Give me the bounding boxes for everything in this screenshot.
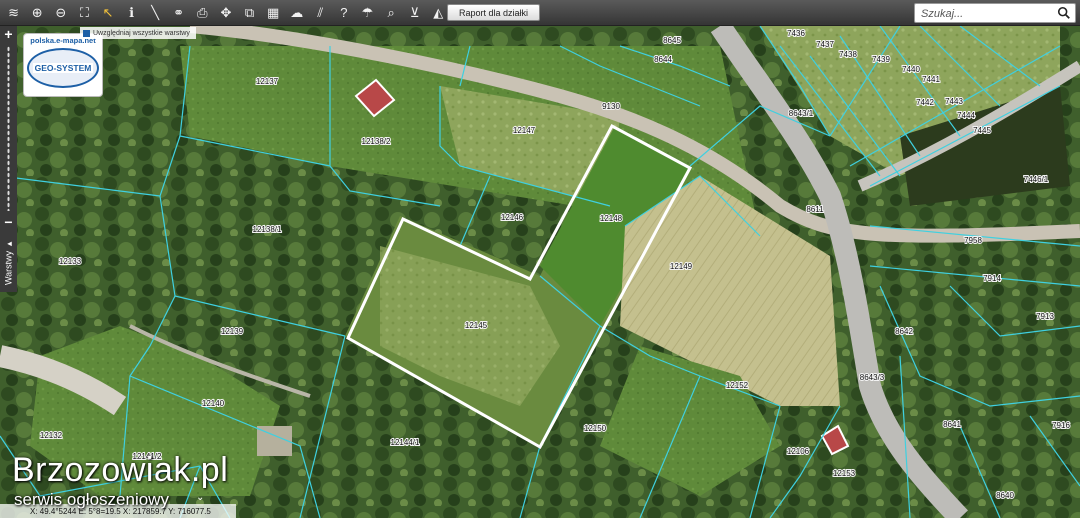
parcel-label-7437[interactable]: 7437	[815, 39, 835, 50]
help-icon[interactable]: ?	[333, 2, 355, 24]
parcel-label-12152[interactable]: 12152	[725, 380, 750, 391]
layers-panel-tab[interactable]: Warstwy ▸	[0, 232, 17, 292]
parcel-label-8611[interactable]: 8611	[805, 204, 825, 215]
zoom-slider-track[interactable]	[7, 46, 10, 211]
zoom-bar: + − Warstwy ▸	[0, 26, 17, 292]
pan-icon[interactable]: ✥	[215, 2, 237, 24]
pointer-icon[interactable]: ↖	[97, 2, 119, 24]
export-icon[interactable]: ⧉	[239, 2, 261, 24]
map-canvas[interactable]: 1213712138/21214791308645864474367437743…	[0, 26, 1080, 518]
parcel-label-8640[interactable]: 8640	[995, 490, 1015, 501]
parcel-label-7436[interactable]: 7436	[786, 28, 806, 39]
parcel-label-7439[interactable]: 7439	[871, 54, 891, 65]
layout-icon[interactable]: ▦	[262, 2, 284, 24]
zoom-in-button[interactable]: +	[0, 26, 17, 42]
parcel-label-7446-1[interactable]: 7446/1	[1023, 174, 1050, 185]
parcel-label-12150[interactable]: 12150	[583, 423, 608, 434]
parcel-label-7442[interactable]: 7442	[915, 97, 935, 108]
cart-icon[interactable]: ⊻	[404, 2, 426, 24]
parcel-label-12145[interactable]: 12145	[464, 320, 489, 331]
logo-brand: GEO-SYSTEM	[32, 63, 94, 73]
parcel-label-7445[interactable]: 7445	[972, 125, 992, 136]
layers-tab-label: Warstwy	[3, 251, 14, 286]
parcel-label-12146[interactable]: 12146	[500, 212, 525, 223]
parcel-label-12133[interactable]: 12133	[58, 256, 83, 267]
search-box	[914, 3, 1076, 23]
zoom-out-icon[interactable]: ⊖	[50, 2, 72, 24]
parcel-label-7440[interactable]: 7440	[901, 64, 921, 75]
parcel-label-12137[interactable]: 12137	[255, 76, 280, 87]
measure-line-icon[interactable]: ╲	[144, 2, 166, 24]
toolbar-icon-group: ≋ ⊕ ⊖ ⛶ ↖ ℹ ╲ ⚭ ⎙ ✥ ⧉ ▦ ☁ ⫽? ☂ ⌕ ⊻ ◭	[1, 2, 449, 24]
triangle-icon[interactable]: ◭	[427, 2, 449, 24]
geo-system-logo[interactable]: polska.e-mapa.net GEO-SYSTEM	[23, 33, 103, 97]
parcel-label-12153[interactable]: 12153	[832, 468, 857, 479]
parcel-label-7438[interactable]: 7438	[838, 49, 858, 60]
toolbar: ≋ ⊕ ⊖ ⛶ ↖ ℹ ╲ ⚭ ⎙ ✥ ⧉ ▦ ☁ ⫽? ☂ ⌕ ⊻ ◭ Raport dla działki	[0, 0, 1080, 26]
scale-dropdown[interactable]: ⌄	[196, 492, 234, 505]
parcel-label-7913[interactable]: 7913	[1035, 311, 1055, 322]
link-icon[interactable]: ⚭	[168, 2, 190, 24]
parcel-label-7444[interactable]: 7444	[956, 110, 976, 121]
zoom-in-icon[interactable]: ⊕	[26, 2, 48, 24]
parcel-label-12132[interactable]: 12132	[39, 430, 64, 441]
parcel-label-7443[interactable]: 7443	[944, 96, 964, 107]
hatch-icon[interactable]: ⫽	[309, 2, 331, 24]
area-icon[interactable]: ☁	[286, 2, 308, 24]
full-extent-icon[interactable]: ⛶	[73, 2, 95, 24]
parcel-label-12138-2[interactable]: 12138/2	[361, 136, 392, 147]
logo-badge: GEO-SYSTEM	[27, 48, 99, 88]
search-icon[interactable]	[1057, 6, 1071, 20]
parcel-label-12140[interactable]: 12140	[201, 398, 226, 409]
parcel-label-7441[interactable]: 7441	[921, 74, 941, 85]
parcel-label-12149[interactable]: 12149	[669, 261, 694, 272]
parcel-label-12147[interactable]: 12147	[512, 125, 537, 136]
parcel-label-7958[interactable]: 7958	[963, 235, 983, 246]
parcel-label-8641[interactable]: 8641	[942, 419, 962, 430]
parcel-label-8645[interactable]: 8645	[662, 35, 682, 46]
info-icon[interactable]: ℹ	[121, 2, 143, 24]
watermark-subtitle: serwis ogłoszeniowy	[14, 490, 169, 509]
map-application: 12137 12138/2 12147 9130 8645 8644 7436 7437 743…	[0, 0, 1080, 518]
parcel-label-7914[interactable]: 7914	[982, 273, 1002, 284]
parcel-label-12148[interactable]: 12148	[599, 213, 624, 224]
zoom-out-button[interactable]: −	[0, 214, 17, 230]
parcel-label-12139[interactable]: 12139	[220, 326, 245, 337]
magnify-icon[interactable]: ⌕	[380, 2, 402, 24]
parcel-label-7916[interactable]: 7916	[1051, 420, 1071, 431]
layers-icon[interactable]: ≋	[3, 2, 25, 24]
search-input[interactable]	[915, 5, 1053, 23]
checkbox-icon	[83, 29, 90, 37]
cloud-icon[interactable]: ☂	[357, 2, 379, 24]
parcel-label-12138-1[interactable]: 12138/1	[252, 224, 283, 235]
parcel-report-button[interactable]: Raport dla działki	[447, 4, 540, 21]
all-layers-label: Uwzględniaj wszystkie warstwy	[93, 29, 190, 37]
watermark-title: Brzozowiak.pl	[12, 451, 229, 489]
parcel-label-12144-1[interactable]: 12144/1	[390, 437, 421, 448]
print-icon[interactable]: ⎙	[191, 2, 213, 24]
all-layers-checkbox[interactable]: Uwzględniaj wszystkie warstwy	[80, 27, 196, 39]
parcel-label-8643-3[interactable]: 8643/3	[859, 372, 886, 383]
parcel-label-8642[interactable]: 8642	[894, 326, 914, 337]
parcel-label-9130[interactable]: 9130	[601, 101, 621, 112]
parcel-label-8643-1[interactable]: 8643/1	[788, 108, 815, 119]
parcel-label-8644[interactable]: 8644	[653, 54, 673, 65]
parcel-label-12106[interactable]: 12106	[786, 446, 811, 457]
